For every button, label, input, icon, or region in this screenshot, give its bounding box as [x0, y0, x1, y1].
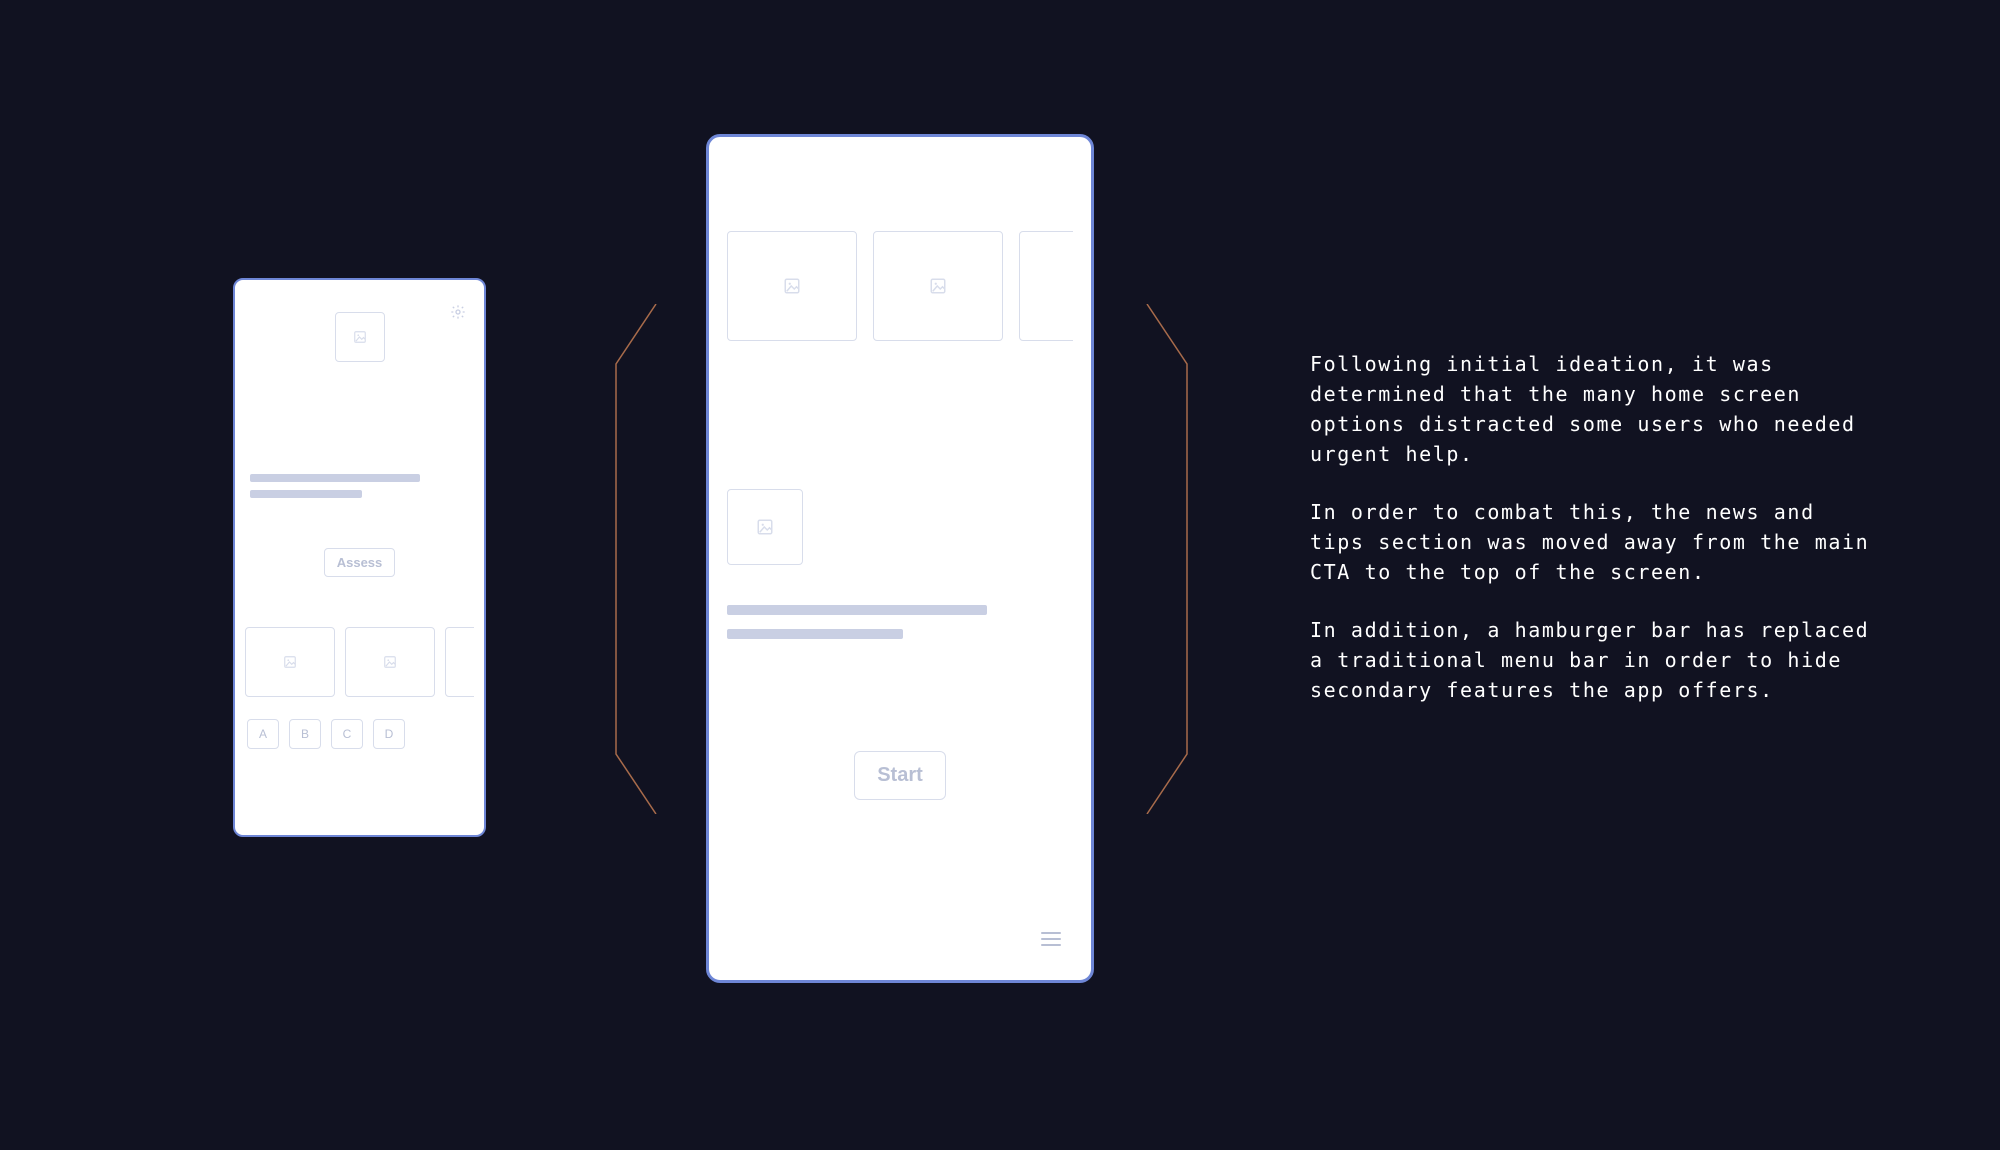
news-card[interactable] [727, 231, 857, 341]
bracket-right-decoration [1145, 304, 1195, 814]
tab-a[interactable]: A [247, 719, 279, 749]
news-card[interactable] [873, 231, 1003, 341]
app-logo-placeholder [335, 312, 385, 362]
news-card[interactable] [345, 627, 435, 697]
hamburger-icon[interactable] [1041, 932, 1061, 946]
headline-placeholder [727, 605, 1073, 639]
bottom-tab-bar: A B C D [245, 719, 474, 749]
annotation-p1: Following initial ideation, it was deter… [1310, 349, 1870, 469]
wireframe-revised: Start [706, 134, 1094, 983]
news-tips-carousel[interactable] [245, 627, 474, 697]
bracket-left-decoration [608, 304, 658, 814]
headline-placeholder [245, 474, 474, 498]
annotation-p3: In addition, a hamburger bar has replace… [1310, 615, 1870, 705]
start-button[interactable]: Start [854, 751, 946, 800]
news-card[interactable] [245, 627, 335, 697]
news-card[interactable] [445, 627, 474, 697]
annotation-p2: In order to combat this, the news and ti… [1310, 497, 1870, 587]
news-card[interactable] [1019, 231, 1073, 341]
app-logo-placeholder [727, 489, 803, 565]
wireframe-original: Assess A B C D [233, 278, 486, 837]
annotation-text: Following initial ideation, it was deter… [1310, 349, 1870, 733]
tab-d[interactable]: D [373, 719, 405, 749]
assess-button[interactable]: Assess [324, 548, 396, 577]
tab-b[interactable]: B [289, 719, 321, 749]
news-tips-top-carousel[interactable] [727, 231, 1073, 341]
settings-icon[interactable] [450, 304, 466, 324]
tab-c[interactable]: C [331, 719, 363, 749]
